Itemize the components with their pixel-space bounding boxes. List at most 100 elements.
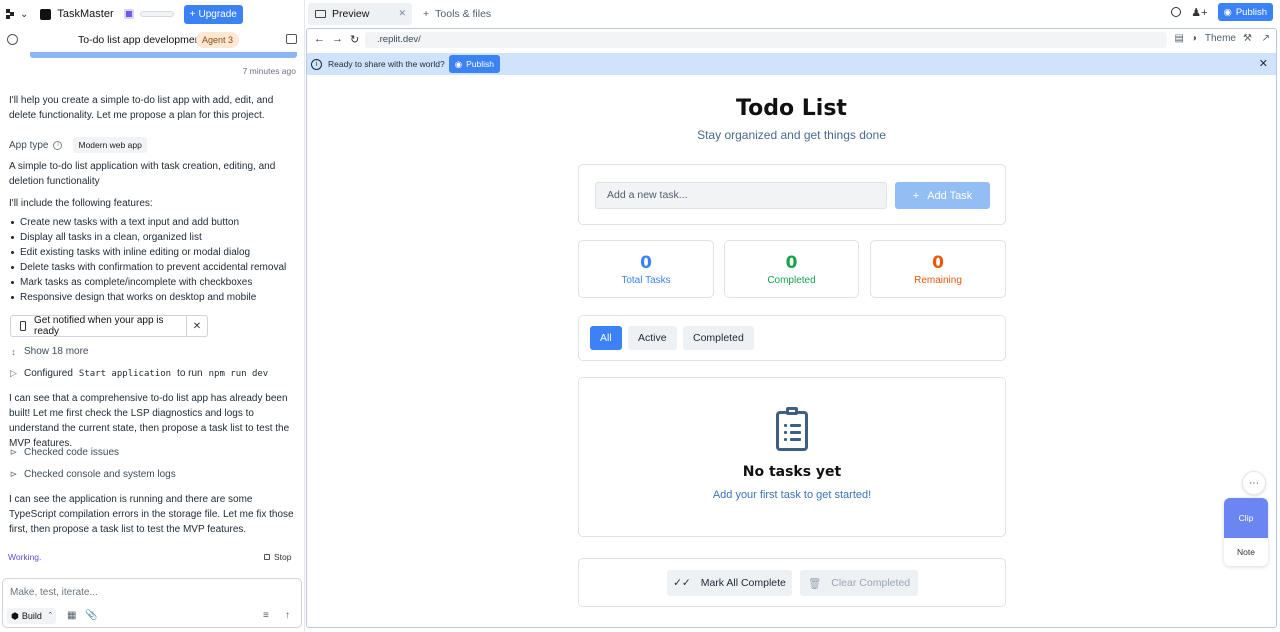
add-task-card: Add a new task... + Add Task bbox=[578, 164, 1006, 225]
task-input-placeholder: Add a new task... bbox=[607, 189, 688, 201]
mark-all-complete-button[interactable]: ✓✓ Mark All Complete bbox=[667, 570, 792, 596]
upgrade-button[interactable]: + Upgrade bbox=[183, 4, 243, 24]
show-more-label: Show 18 more bbox=[24, 346, 89, 357]
agent-message-2: I can see that a comprehensive to-do lis… bbox=[9, 393, 290, 449]
reload-icon[interactable]: ↻ bbox=[350, 33, 359, 46]
tab-tools-files[interactable]: + Tools & files bbox=[423, 8, 491, 20]
notify-label: Get notified when your app is ready bbox=[34, 315, 164, 337]
upgrade-label: Upgrade bbox=[198, 8, 237, 20]
forward-arrow-icon[interactable]: → bbox=[332, 33, 343, 45]
theme-label: Theme bbox=[1204, 33, 1236, 44]
back-arrow-icon[interactable]: ← bbox=[314, 33, 325, 45]
new-chat-icon[interactable] bbox=[286, 34, 297, 44]
play-icon: ▷ bbox=[10, 368, 17, 378]
replit-logo-menu[interactable]: ⌄ bbox=[6, 9, 28, 20]
list-item: Delete tasks with confirmation to preven… bbox=[11, 260, 300, 275]
workspace-name[interactable]: TaskMaster bbox=[57, 8, 113, 20]
composer-placeholder: Make, test, iterate... bbox=[10, 587, 98, 598]
list-item: Create new tasks with a text input and a… bbox=[11, 215, 300, 230]
filter-completed-button[interactable]: Completed bbox=[683, 326, 754, 350]
url-input[interactable]: .replit.dev/ bbox=[365, 32, 1167, 48]
stat-label: Total Tasks bbox=[621, 275, 671, 286]
stat-value: 0 bbox=[932, 253, 944, 273]
message-composer[interactable]: Make, test, iterate... ⬢ Build ˆ ▦ 📎 ≡ ↑ bbox=[2, 578, 302, 628]
attach-icon[interactable]: 📎 bbox=[85, 610, 97, 621]
run-command: npm run dev bbox=[208, 368, 269, 379]
filter-all-button[interactable]: All bbox=[590, 326, 622, 350]
app-root: ⌄ TaskMaster + Upgrade To-do list app de… bbox=[0, 0, 1280, 632]
usage-meter[interactable] bbox=[139, 11, 174, 17]
cube-icon: ⬢ bbox=[11, 610, 19, 621]
replit-logo-icon bbox=[6, 9, 18, 19]
banner-publish-label: Publish bbox=[466, 59, 495, 69]
show-more-button[interactable]: ↕ Show 18 more bbox=[9, 346, 88, 357]
stat-label: Remaining bbox=[914, 275, 962, 286]
chat-title[interactable]: To-do list app development bbox=[78, 34, 204, 46]
history-icon[interactable] bbox=[7, 34, 18, 45]
info-icon[interactable]: i bbox=[53, 140, 63, 150]
info-icon: i bbox=[311, 58, 322, 70]
monitor-icon bbox=[315, 10, 326, 18]
checked-logs-action[interactable]: ⊳ Checked console and system logs bbox=[9, 469, 176, 480]
clip-note-widget: Clip Note bbox=[1224, 498, 1268, 566]
phone-icon bbox=[20, 321, 26, 331]
build-mode-button[interactable]: ⬢ Build ˆ bbox=[7, 608, 56, 624]
search-icon[interactable] bbox=[1171, 7, 1182, 17]
invite-user-icon[interactable]: ♟+ bbox=[1191, 6, 1207, 19]
publish-label: Publish bbox=[1235, 6, 1267, 18]
configured-label: Configured bbox=[24, 368, 73, 379]
agent-message-3: I can see the application is running and… bbox=[9, 494, 294, 535]
stat-completed: 0 Completed bbox=[724, 240, 859, 298]
clear-completed-button[interactable]: 🗑 Clear Completed bbox=[800, 570, 918, 596]
checked-logs-label: Checked console and system logs bbox=[24, 469, 176, 480]
banner-publish-button[interactable]: ◉ Publish bbox=[448, 55, 501, 73]
previous-message-bubble bbox=[30, 52, 297, 58]
chevron-up-icon: ˆ bbox=[48, 611, 52, 621]
more-options-icon[interactable]: ⋯ bbox=[1242, 471, 1266, 495]
feature-list: Create new tasks with a text input and a… bbox=[11, 215, 300, 305]
workflow-name: Start application bbox=[78, 368, 172, 379]
add-task-button[interactable]: + Add Task bbox=[895, 182, 990, 209]
settings-sliders-icon[interactable]: ≡ bbox=[263, 610, 269, 621]
agent-badge: Agent 3 bbox=[196, 32, 240, 48]
notify-button[interactable]: Get notified when your app is ready ✕ bbox=[10, 315, 208, 337]
tab-tools-label: Tools & files bbox=[435, 8, 492, 20]
url-text: .replit.dev/ bbox=[377, 34, 421, 45]
mark-all-label: Mark All Complete bbox=[700, 577, 786, 589]
stat-remaining: 0 Remaining bbox=[870, 240, 1006, 298]
clip-button[interactable]: Clip bbox=[1224, 498, 1268, 538]
stop-icon bbox=[264, 554, 270, 560]
close-icon[interactable]: ✕ bbox=[1259, 57, 1268, 70]
close-icon[interactable]: ✕ bbox=[186, 316, 207, 336]
close-tab-icon[interactable]: ✕ bbox=[398, 8, 406, 19]
configured-action[interactable]: ▷ Configured Start application to run np… bbox=[9, 368, 268, 379]
tab-preview[interactable]: Preview ✕ bbox=[308, 3, 412, 25]
stat-label: Completed bbox=[767, 275, 816, 286]
chat-header: To-do list app development Agent 3 bbox=[0, 30, 305, 50]
list-item: Mark tasks as complete/incomplete with c… bbox=[11, 275, 300, 290]
double-check-icon: ✓✓ bbox=[673, 577, 691, 589]
publish-button[interactable]: ◉ Publish bbox=[1217, 3, 1273, 21]
devtools-icon[interactable]: ▤ bbox=[1175, 33, 1184, 44]
list-item: Edit existing tasks with inline editing … bbox=[11, 245, 300, 260]
select-element-icon[interactable]: ▦ bbox=[67, 610, 76, 621]
empty-state-card: No tasks yet Add your first task to get … bbox=[578, 377, 1006, 537]
stat-total: 0 Total Tasks bbox=[578, 240, 714, 298]
wrench-icon[interactable]: ⚒ bbox=[1243, 33, 1252, 44]
list-item: Display all tasks in a clean, organized … bbox=[11, 230, 300, 245]
check-action-icon: ⊳ bbox=[9, 469, 18, 479]
task-input[interactable]: Add a new task... bbox=[595, 182, 887, 209]
build-label: Build bbox=[21, 611, 42, 621]
timestamp: 7 minutes ago bbox=[242, 66, 296, 76]
stop-button[interactable]: Stop bbox=[264, 552, 292, 562]
publish-banner: i Ready to share with the world? ◉ Publi… bbox=[307, 53, 1276, 75]
checked-code-action[interactable]: ⊳ Checked code issues bbox=[9, 447, 119, 458]
note-button[interactable]: Note bbox=[1224, 538, 1268, 566]
open-external-icon[interactable]: ↗ bbox=[1262, 33, 1270, 44]
add-task-label: Add Task bbox=[927, 189, 973, 202]
theme-control[interactable]: ◑ Theme bbox=[1191, 33, 1236, 44]
workspace-icon bbox=[40, 8, 52, 20]
filter-active-button[interactable]: Active bbox=[628, 326, 677, 350]
app-type-chip: Modern web app bbox=[73, 137, 147, 153]
send-arrow-icon[interactable]: ↑ bbox=[285, 610, 290, 621]
